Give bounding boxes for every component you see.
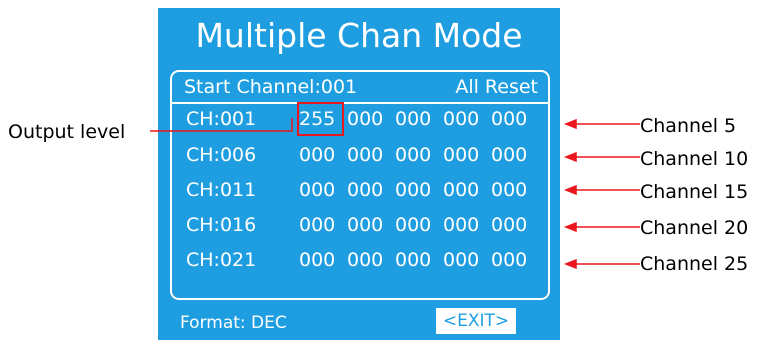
output-level-callout: Output level	[8, 121, 126, 143]
channel-row: CH:011 000 000 000 000 000	[172, 175, 548, 205]
channel-callout: Channel 25	[640, 253, 749, 275]
channel-value[interactable]: 000	[347, 140, 390, 170]
channel-value[interactable]: 000	[443, 210, 486, 240]
channel-arrow	[563, 184, 640, 196]
channel-row: CH:006 000 000 000 000 000	[172, 140, 548, 170]
channel-callout: Channel 10	[640, 148, 749, 170]
channel-value-highlighted[interactable]: 255	[297, 102, 344, 136]
screen-title: Multiple Chan Mode	[195, 16, 523, 55]
channel-row: CH:001 255 000 000 000 000	[172, 102, 548, 136]
channel-row: CH:016 000 000 000 000 000	[172, 210, 548, 240]
channel-number: CH:011	[186, 179, 257, 201]
channel-arrow	[563, 258, 640, 270]
channel-value[interactable]: 000	[347, 245, 390, 275]
channel-value[interactable]: 000	[347, 210, 390, 240]
channel-value[interactable]: 000	[491, 210, 534, 240]
channel-value[interactable]: 000	[491, 175, 534, 205]
all-reset-button[interactable]: All Reset	[455, 76, 538, 98]
channel-value[interactable]: 000	[347, 104, 390, 134]
channel-arrow	[563, 221, 640, 233]
channel-number: CH:021	[186, 249, 257, 271]
channel-value[interactable]: 000	[443, 175, 486, 205]
channel-value[interactable]: 000	[395, 104, 438, 134]
channel-callout: Channel 5	[640, 115, 737, 137]
channel-arrow	[563, 151, 640, 163]
channel-value[interactable]: 000	[491, 245, 534, 275]
channel-value[interactable]: 000	[395, 210, 438, 240]
channel-value[interactable]: 000	[491, 104, 534, 134]
channel-value[interactable]: 000	[443, 245, 486, 275]
channel-callout: Channel 20	[640, 217, 749, 239]
channel-row: CH:021 000 000 000 000 000	[172, 245, 548, 275]
channel-value[interactable]: 000	[299, 245, 342, 275]
lcd-screen: Multiple Chan Mode Start Channel:001 All…	[158, 8, 560, 340]
format-label: Format: DEC	[180, 313, 287, 333]
channel-number: CH:006	[186, 144, 257, 166]
channel-value[interactable]: 000	[491, 140, 534, 170]
channel-value[interactable]: 000	[395, 245, 438, 275]
channel-callout: Channel 15	[640, 181, 749, 203]
panel-header: Start Channel:001 All Reset	[172, 72, 548, 104]
channel-value[interactable]: 000	[395, 140, 438, 170]
channel-panel: Start Channel:001 All Reset CH:001 255 0…	[170, 70, 550, 300]
channel-value[interactable]: 000	[443, 140, 486, 170]
channel-value[interactable]: 000	[299, 140, 342, 170]
channel-value[interactable]: 000	[395, 175, 438, 205]
exit-button[interactable]: <EXIT>	[436, 308, 516, 334]
channel-number: CH:016	[186, 214, 257, 236]
channel-value[interactable]: 000	[299, 175, 342, 205]
channel-number: CH:001	[186, 108, 257, 130]
channel-value[interactable]: 000	[299, 210, 342, 240]
channel-value[interactable]: 000	[347, 175, 390, 205]
channel-value[interactable]: 000	[443, 104, 486, 134]
start-channel-label[interactable]: Start Channel:001	[184, 76, 357, 98]
channel-arrow	[563, 118, 640, 130]
